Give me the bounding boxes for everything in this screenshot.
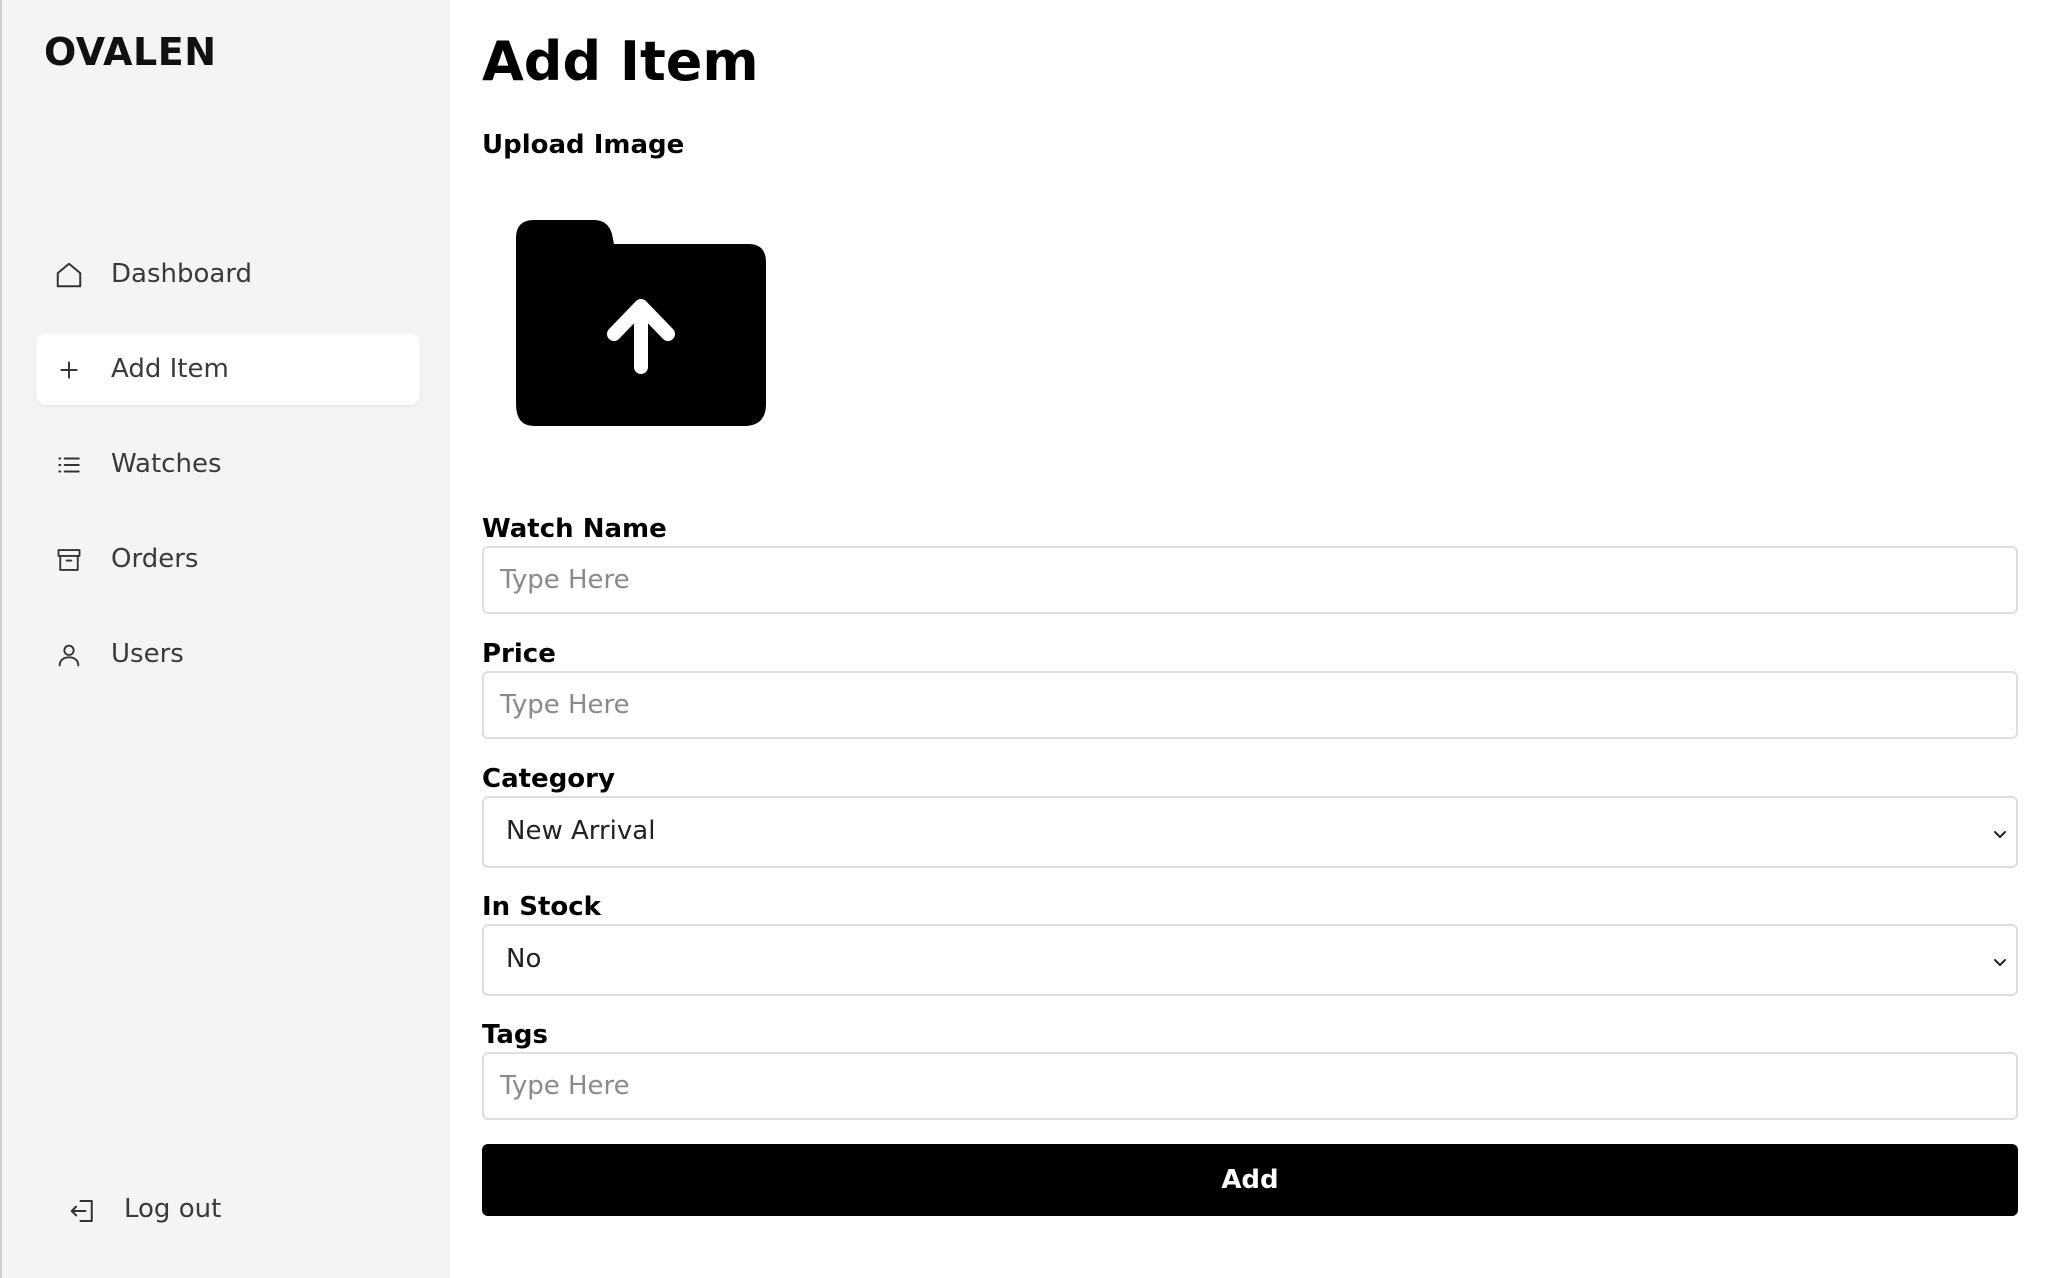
sidebar-item-orders[interactable]: Orders bbox=[36, 523, 420, 595]
tags-input[interactable] bbox=[482, 1052, 2018, 1120]
sidebar-item-watches[interactable]: Watches bbox=[36, 428, 420, 500]
plus-icon bbox=[54, 355, 84, 385]
price-label: Price bbox=[482, 639, 556, 669]
folder-upload-icon bbox=[516, 220, 766, 426]
price-input[interactable] bbox=[482, 671, 2018, 739]
in-stock-select[interactable]: No bbox=[482, 924, 2018, 996]
sidebar-item-users[interactable]: Users bbox=[36, 618, 420, 690]
watch-name-label: Watch Name bbox=[482, 514, 667, 544]
sidebar-item-label: Add Item bbox=[111, 354, 229, 384]
category-selected-value: New Arrival bbox=[506, 816, 656, 846]
sidebar-item-label: Watches bbox=[111, 449, 222, 479]
sidebar-item-add-item[interactable]: Add Item bbox=[36, 333, 420, 405]
app-root: OVALEN Dashboard Add Item Watches Orders… bbox=[0, 0, 2052, 1278]
add-button[interactable]: Add bbox=[482, 1144, 2018, 1216]
upload-image-label: Upload Image bbox=[482, 130, 685, 160]
in-stock-label: In Stock bbox=[482, 892, 601, 922]
sidebar: OVALEN Dashboard Add Item Watches Orders… bbox=[0, 0, 450, 1278]
category-select[interactable]: New Arrival bbox=[482, 796, 2018, 868]
page-title: Add Item bbox=[482, 30, 759, 93]
tags-label: Tags bbox=[482, 1020, 549, 1050]
logout-label: Log out bbox=[124, 1194, 222, 1224]
logout-button[interactable]: Log out bbox=[64, 1190, 304, 1234]
home-icon bbox=[54, 260, 84, 290]
sidebar-item-label: Orders bbox=[111, 544, 199, 574]
sidebar-item-dashboard[interactable]: Dashboard bbox=[36, 238, 420, 310]
watch-name-input[interactable] bbox=[482, 546, 2018, 614]
main-content: Add Item Upload Image Watch Name Price C… bbox=[482, 0, 2018, 1278]
logout-icon bbox=[68, 1196, 98, 1226]
brand-logo: OVALEN bbox=[44, 30, 217, 74]
user-icon bbox=[54, 640, 84, 670]
sidebar-item-label: Dashboard bbox=[111, 259, 253, 289]
upload-image-dropzone[interactable] bbox=[516, 212, 774, 432]
list-icon bbox=[54, 450, 84, 480]
archive-icon bbox=[54, 545, 84, 575]
category-label: Category bbox=[482, 764, 615, 794]
chevron-down-icon bbox=[1994, 959, 2006, 966]
sidebar-item-label: Users bbox=[111, 639, 184, 669]
chevron-down-icon bbox=[1994, 831, 2006, 838]
in-stock-selected-value: No bbox=[506, 944, 542, 974]
